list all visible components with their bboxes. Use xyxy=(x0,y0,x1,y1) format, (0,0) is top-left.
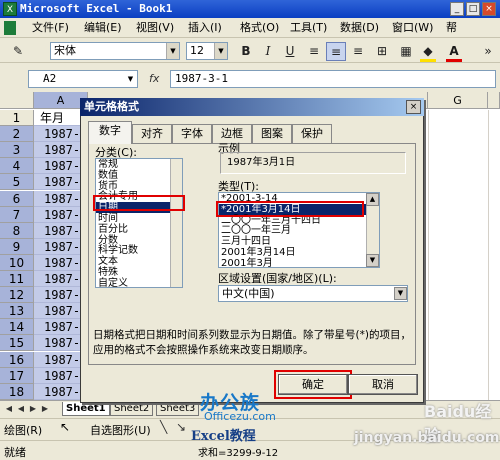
scroll-up-icon[interactable]: ▲ xyxy=(366,193,379,206)
tab-patterns[interactable]: 图案 xyxy=(252,124,292,143)
line-icon[interactable]: ╲ xyxy=(160,420,167,434)
menu-file[interactable]: 文件(F) xyxy=(32,21,69,35)
chevron-down-icon[interactable]: ▼ xyxy=(166,43,179,59)
menu-data[interactable]: 数据(D) xyxy=(340,21,379,35)
row-header[interactable]: 14 xyxy=(0,319,34,335)
watermark-jingyan: jingyan.baidu.com xyxy=(354,430,500,446)
minimize-button[interactable]: _ xyxy=(450,2,464,16)
watermark-course: Excel教程 xyxy=(191,429,256,444)
row-header[interactable]: 16 xyxy=(0,352,34,368)
row-header[interactable]: 9 xyxy=(0,239,34,255)
menu-help[interactable]: 帮 xyxy=(446,21,457,35)
last-sheet-icon[interactable]: ▶ xyxy=(40,403,50,414)
status-ready: 就绪 xyxy=(4,446,26,459)
gridline xyxy=(488,110,489,400)
underline-button[interactable]: U xyxy=(280,42,300,61)
tab-protection[interactable]: 保护 xyxy=(292,124,332,143)
chevron-down-icon[interactable]: ▼ xyxy=(214,43,227,59)
name-box[interactable]: A2 xyxy=(28,70,138,88)
row-header[interactable]: 10 xyxy=(0,255,34,271)
row-header[interactable]: 6 xyxy=(0,191,34,207)
chevron-down-icon[interactable]: ▼ xyxy=(124,71,137,87)
restore-button[interactable]: □ xyxy=(466,2,480,16)
row-header[interactable]: 3 xyxy=(0,142,34,158)
row-header[interactable]: 13 xyxy=(0,303,34,319)
bold-button[interactable]: B xyxy=(236,42,256,61)
first-sheet-icon[interactable]: ◀ xyxy=(4,403,14,414)
font-name-combo[interactable]: 宋体 xyxy=(50,42,180,60)
excel-app-icon: X xyxy=(3,2,17,16)
fill-color-swatch xyxy=(420,59,436,62)
row-header[interactable]: 5 xyxy=(0,174,34,190)
type-item[interactable]: 2001年3月14日 xyxy=(219,247,379,258)
menu-window[interactable]: 窗口(W) xyxy=(392,21,433,35)
window-title: Microsoft Excel - Book1 xyxy=(0,0,500,18)
dialog-close-button[interactable]: × xyxy=(406,100,421,114)
row-header[interactable]: 17 xyxy=(0,368,34,384)
tab-number[interactable]: 数字 xyxy=(88,121,132,144)
draw-menu[interactable]: 绘图(R) xyxy=(4,422,42,438)
tab-border[interactable]: 边框 xyxy=(212,124,252,143)
locale-label: 区域设置(国家/地区)(L): xyxy=(218,272,337,285)
tab-font[interactable]: 字体 xyxy=(172,124,212,143)
format-description: 日期格式把日期和时间系列数显示为日期值。除了带星号(*)的项目，应用的格式不会按… xyxy=(93,329,411,356)
font-color-swatch xyxy=(446,59,462,62)
row-header[interactable]: 11 xyxy=(0,271,34,287)
italic-button[interactable]: I xyxy=(258,42,278,61)
cancel-button[interactable]: 取消 xyxy=(348,374,418,395)
column-header-g[interactable]: G xyxy=(428,92,488,109)
row-header[interactable]: 1 xyxy=(0,110,34,126)
gridline xyxy=(428,110,429,400)
row-header[interactable]: 12 xyxy=(0,287,34,303)
row-header[interactable]: 4 xyxy=(0,158,34,174)
menu-view[interactable]: 视图(V) xyxy=(136,21,174,35)
status-sum: 求和=3299-9-12 xyxy=(198,448,279,459)
menu-edit[interactable]: 编辑(E) xyxy=(84,21,122,35)
merge-center-icon[interactable]: ⊞ xyxy=(372,42,392,61)
locale-select[interactable]: 中文(中国) xyxy=(218,285,408,302)
close-window-button[interactable]: × xyxy=(482,2,496,16)
align-center-icon[interactable]: ≡ xyxy=(326,42,346,61)
highlight-date-category xyxy=(93,195,185,211)
align-left-icon[interactable]: ≡ xyxy=(304,42,324,61)
toolbar-options-icon[interactable]: » xyxy=(478,42,498,61)
select-objects-icon[interactable]: ↖ xyxy=(60,420,70,434)
column-header-h[interactable] xyxy=(488,92,500,109)
sample-preview: 1987年3月1日 xyxy=(220,152,406,174)
menu-bar: 文件(F) 编辑(E) 视图(V) 插入(I) 格式(O) 工具(T) 数据(D… xyxy=(0,18,500,38)
sheet-tab-2[interactable]: Sheet2 xyxy=(110,402,154,416)
watermark-site: Officezu.com xyxy=(204,410,276,423)
row-header[interactable]: 15 xyxy=(0,335,34,351)
format-painter-icon[interactable]: ✎ xyxy=(8,42,28,61)
sheet-tab-1[interactable]: Sheet1 xyxy=(62,402,110,416)
row-header[interactable]: 7 xyxy=(0,207,34,223)
fx-icon[interactable]: fx xyxy=(149,70,165,88)
arrow-icon[interactable]: ↘ xyxy=(176,420,186,434)
row-header[interactable]: 18 xyxy=(0,384,34,400)
dialog-title: 单元格格式 xyxy=(80,98,424,116)
category-scrollbar[interactable] xyxy=(170,159,182,287)
type-item[interactable]: 二〇〇一年三月 xyxy=(219,225,379,236)
borders-icon[interactable]: ▦ xyxy=(396,42,416,61)
menu-insert[interactable]: 插入(I) xyxy=(188,21,222,35)
row-header[interactable]: 8 xyxy=(0,223,34,239)
scroll-down-icon[interactable]: ▼ xyxy=(366,254,379,267)
prev-sheet-icon[interactable]: ◀ xyxy=(16,403,26,414)
sheet-tab-3[interactable]: Sheet3 xyxy=(156,402,200,416)
chevron-down-icon[interactable]: ▼ xyxy=(394,287,407,300)
highlight-date-type xyxy=(216,201,364,217)
type-item[interactable]: 2001年3月 xyxy=(219,258,379,267)
select-all-corner[interactable] xyxy=(0,92,34,109)
ok-button[interactable]: 确定 xyxy=(278,374,348,395)
menu-tools[interactable]: 工具(T) xyxy=(290,21,327,35)
row-header[interactable]: 2 xyxy=(0,126,34,142)
type-item[interactable]: 三月十四日 xyxy=(219,236,379,247)
formula-input[interactable]: 1987-3-1 xyxy=(170,70,496,88)
autoshapes-menu[interactable]: 自选图形(U) xyxy=(90,422,151,438)
excel-doc-icon xyxy=(4,21,16,35)
menu-format[interactable]: 格式(O) xyxy=(240,21,279,35)
align-right-icon[interactable]: ≡ xyxy=(348,42,368,61)
tab-alignment[interactable]: 对齐 xyxy=(132,124,172,143)
next-sheet-icon[interactable]: ▶ xyxy=(28,403,38,414)
